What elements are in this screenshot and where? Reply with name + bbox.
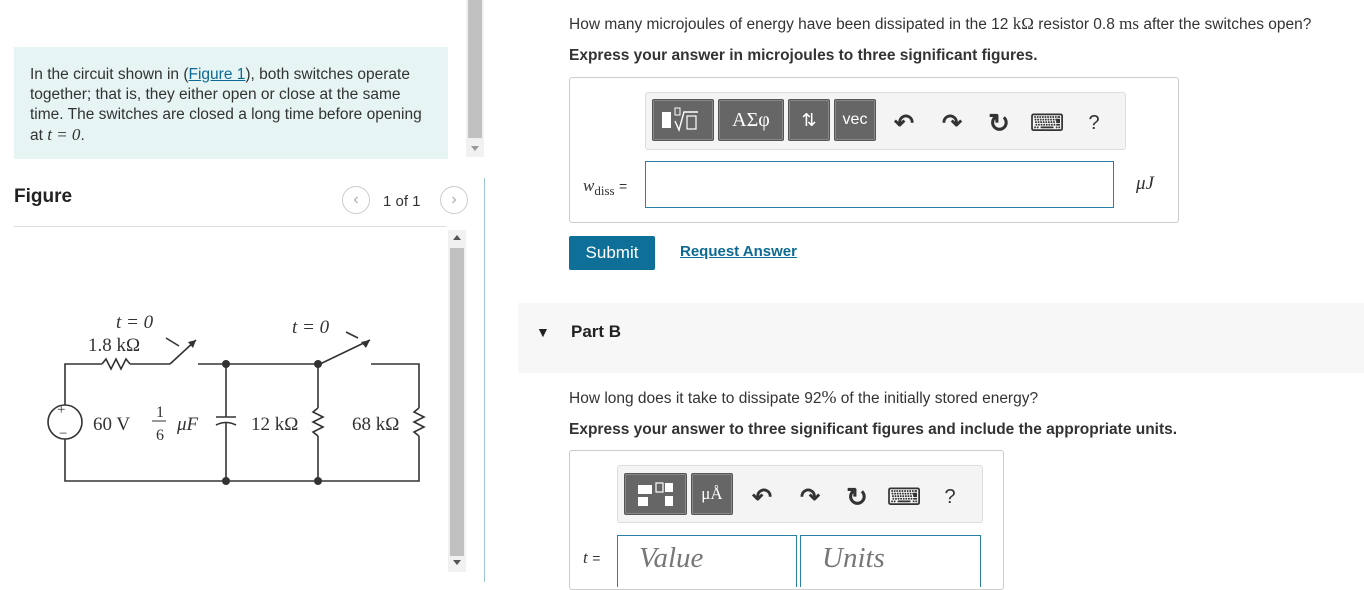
question-unit-kohm: kΩ — [1012, 14, 1034, 33]
source-label: 60 V — [93, 414, 130, 435]
prev-figure-button[interactable]: ‹ — [342, 186, 370, 214]
collapse-triangle-icon[interactable]: ▼ — [536, 324, 550, 340]
templates-icon — [662, 107, 698, 133]
figure-heading: Figure — [14, 186, 73, 207]
variable-t: t — [583, 548, 588, 567]
equals-sign: = — [592, 550, 601, 566]
part-a-instruction: Express your answer in microjoules to th… — [569, 47, 1038, 64]
question-text: How many microjoules of energy have been… — [569, 16, 1009, 33]
equals-sign: = — [619, 178, 628, 194]
time-expression: t = 0 — [47, 125, 81, 144]
scroll-down-icon[interactable] — [453, 560, 461, 565]
problem-statement: In the circuit shown in (Figure 1), both… — [14, 47, 448, 159]
part-b-variable-label: t = — [583, 548, 600, 568]
switch2-label: t = 0 — [292, 317, 330, 338]
figure-scrollbar[interactable] — [448, 230, 466, 572]
part-b-instruction: Express your answer to three significant… — [569, 421, 1178, 438]
help-icon[interactable]: ? — [938, 483, 962, 511]
r3-label: 68 kΩ — [352, 414, 399, 435]
redo-icon[interactable]: ↷ — [796, 483, 824, 511]
keyboard-icon[interactable]: ⌨ — [887, 483, 922, 511]
answer-unit: μJ — [1136, 173, 1154, 194]
part-b-question: How long does it take to dissipate 92% o… — [569, 387, 1038, 408]
part-a-variable-label: wdiss = — [583, 176, 628, 198]
cap-frac-den: 6 — [156, 427, 164, 444]
left-panel-scrollbar[interactable] — [466, 0, 484, 157]
question-text: after the switches open? — [1143, 16, 1312, 33]
minus-sign: − — [59, 426, 67, 442]
greek-symbols-button[interactable]: ΑΣφ — [718, 99, 784, 141]
chevron-right-icon: › — [451, 191, 457, 208]
reset-icon[interactable]: ↻ — [985, 108, 1013, 138]
problem-intro: In the circuit shown in ( — [30, 66, 189, 83]
part-a-math-toolbar: ΑΣφ ⇅ vec ↶ ↷ ↻ ⌨ ? — [645, 92, 1126, 150]
value-placeholder: Value — [639, 542, 704, 574]
figure-divider — [14, 226, 446, 227]
r1-label: 1.8 kΩ — [88, 335, 140, 356]
question-text: of the initially stored energy? — [840, 390, 1039, 407]
undo-icon[interactable]: ↶ — [748, 483, 776, 511]
request-answer-link[interactable]: Request Answer — [680, 243, 797, 260]
templates-icon — [637, 482, 673, 506]
question-percent: % — [821, 387, 837, 407]
switch1-label: t = 0 — [116, 312, 154, 333]
undo-icon[interactable]: ↶ — [890, 109, 918, 137]
r2-label: 12 kΩ — [251, 414, 298, 435]
arrows-button[interactable]: ⇅ — [788, 99, 830, 141]
part-b-math-toolbar: μÅ ↶ ↷ ↻ ⌨ ? — [617, 465, 983, 523]
figure-scroll-thumb[interactable] — [450, 248, 464, 556]
variable-main: w — [583, 176, 595, 195]
wdiss-answer-input[interactable] — [645, 161, 1114, 208]
figure-link[interactable]: Figure 1 — [189, 66, 246, 83]
keyboard-icon[interactable]: ⌨ — [1030, 109, 1065, 137]
units-input[interactable]: Units — [800, 535, 981, 587]
units-placeholder: Units — [822, 542, 885, 574]
next-figure-button[interactable]: › — [440, 186, 468, 214]
question-unit-ms: ms — [1119, 14, 1140, 33]
cap-unit: μF — [176, 414, 199, 435]
plus-sign: + — [57, 402, 65, 418]
problem-end: . — [80, 127, 85, 144]
figure-pager: 1 of 1 — [383, 193, 421, 210]
help-icon[interactable]: ? — [1082, 109, 1106, 137]
part-b-title: Part B — [571, 322, 622, 341]
templates-button[interactable] — [624, 473, 687, 515]
variable-subscript: diss — [594, 183, 615, 198]
panel-divider — [484, 178, 485, 582]
circuit-diagram: t = 0 t = 0 1.8 kΩ 60 V 1 6 μF 12 kΩ 68 … — [47, 312, 426, 485]
part-a-question: How many microjoules of energy have been… — [569, 14, 1311, 34]
vector-button[interactable]: vec — [834, 99, 876, 141]
templates-button[interactable] — [652, 99, 714, 141]
scroll-down-icon[interactable] — [471, 146, 479, 151]
units-button[interactable]: μÅ — [691, 473, 733, 515]
question-text: How long does it take to dissipate 92 — [569, 390, 822, 407]
redo-icon[interactable]: ↷ — [938, 109, 966, 137]
cap-frac-num: 1 — [156, 404, 164, 421]
value-input[interactable]: Value — [617, 535, 797, 587]
chevron-left-icon: ‹ — [353, 191, 359, 208]
submit-button[interactable]: Submit — [569, 236, 655, 270]
scroll-up-icon[interactable] — [453, 235, 461, 240]
reset-icon[interactable]: ↻ — [843, 482, 871, 512]
left-panel-scroll-thumb[interactable] — [468, 0, 482, 138]
question-text: resistor 0.8 — [1038, 16, 1115, 33]
part-b-header[interactable]: ▼ Part B — [518, 303, 1364, 373]
